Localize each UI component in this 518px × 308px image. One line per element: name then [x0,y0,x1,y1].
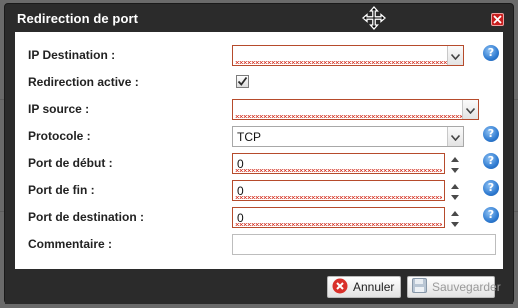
protocole-label: Protocole : [28,129,91,143]
port-debut-stepper[interactable] [446,153,463,174]
save-icon [412,278,427,296]
port-fin-input[interactable]: 0 [232,180,459,201]
protocole-dropdown-button[interactable] [447,127,463,146]
chevron-down-icon [450,130,461,144]
protocole-select[interactable]: TCP [232,126,464,147]
dialog-form: IP Destination : ? Redirection active : … [15,32,503,269]
form-row-port-debut: Port de début : 0 ? [15,150,503,176]
ip-destination-select[interactable] [232,45,464,66]
chevron-down-icon [450,49,461,63]
close-button[interactable] [491,13,504,26]
port-destination-label: Port de destination : [28,210,145,224]
redirection-active-checkbox[interactable] [236,75,249,88]
ip-destination-dropdown-button[interactable] [447,46,463,65]
form-row-protocole: Protocole : TCP ? [15,123,503,149]
ip-source-label: IP source : [28,102,90,116]
dialog-titlebar[interactable]: Redirection de port [5,4,513,32]
port-fin-stepper[interactable] [446,180,463,201]
save-button[interactable]: Sauvegarder [407,276,501,298]
redirection-active-label: Redirection active : [28,75,139,89]
help-icon[interactable]: ? [483,126,499,142]
port-destination-stepper[interactable] [446,207,463,228]
validation-underline [235,169,442,172]
cancel-button[interactable]: Annuler [327,276,401,298]
validation-underline [235,223,442,226]
stepper-down-button[interactable] [446,191,463,201]
cancel-label: Annuler [353,280,395,294]
validation-underline [235,196,442,199]
form-row-ip-destination: IP Destination : ? [15,42,503,68]
move-cursor-icon [362,6,386,30]
ip-source-select[interactable] [232,99,479,120]
dialog-title: Redirection de port [17,11,139,26]
triangle-down-icon [450,189,459,203]
close-icon [493,11,502,29]
ip-destination-label: IP Destination : [28,48,116,62]
help-icon[interactable]: ? [483,153,499,169]
stepper-down-button[interactable] [446,164,463,174]
stepper-down-button[interactable] [446,218,463,228]
save-label: Sauvegarder [432,280,501,294]
help-icon[interactable]: ? [483,45,499,61]
cancel-icon [332,278,348,297]
dialog-footer: Annuler Sauvegarder [5,270,513,304]
help-icon[interactable]: ? [483,207,499,223]
triangle-down-icon [450,162,459,176]
port-debut-label: Port de début : [28,156,113,170]
triangle-down-icon [450,216,459,230]
commentaire-input[interactable] [232,234,496,255]
form-row-commentaire: Commentaire : [15,231,503,257]
help-icon[interactable]: ? [483,180,499,196]
port-destination-input[interactable]: 0 [232,207,459,228]
chevron-down-icon [465,103,476,117]
form-row-redirection-active: Redirection active : [15,69,503,95]
validation-underline [235,115,476,118]
form-row-port-destination: Port de destination : 0 ? [15,204,503,230]
commentaire-label: Commentaire : [28,237,113,251]
protocole-value: TCP [237,130,261,144]
validation-underline [235,61,461,64]
port-redirection-dialog: Redirection de port IP Destination : ? R… [4,3,514,304]
form-row-port-fin: Port de fin : 0 ? [15,177,503,203]
port-debut-input[interactable]: 0 [232,153,459,174]
ip-source-dropdown-button[interactable] [462,100,478,119]
form-row-ip-source: IP source : [15,96,503,122]
backdrop-line [514,211,518,212]
backdrop-line [514,99,518,100]
port-fin-label: Port de fin : [28,183,95,197]
